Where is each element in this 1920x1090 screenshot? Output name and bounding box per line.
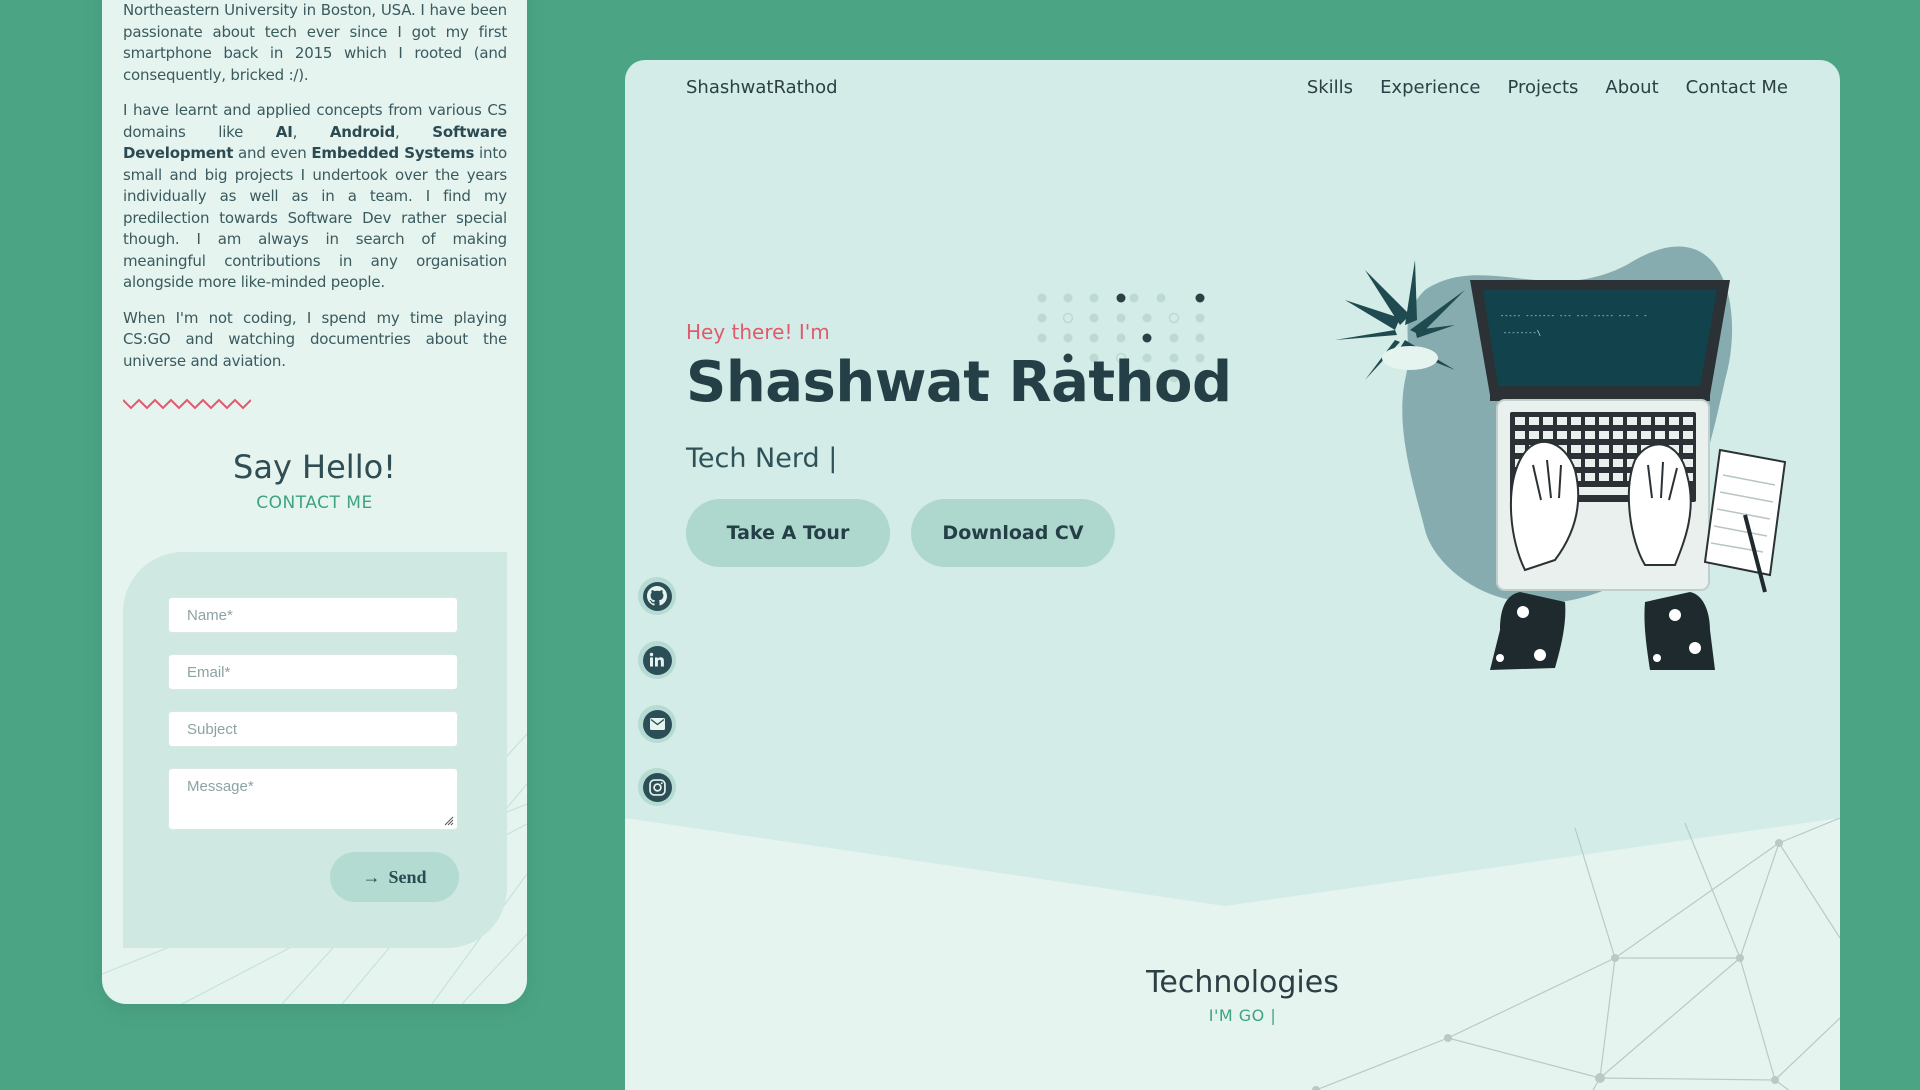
github-icon — [642, 581, 672, 611]
desktop-preview: ShashwatRathod Skills Experience Project… — [625, 60, 1840, 1090]
linkedin-icon — [642, 645, 672, 675]
send-button[interactable]: → Send — [330, 852, 459, 902]
resize-handle-icon[interactable] — [442, 814, 454, 826]
github-link[interactable] — [638, 577, 676, 615]
message-placeholder: Message* — [187, 778, 254, 795]
message-field[interactable]: Message* — [168, 768, 458, 830]
nav-skills[interactable]: Skills — [1307, 77, 1353, 98]
typed-role-text: Tech Nerd — [686, 443, 820, 474]
mobile-preview: Northeastern University in Boston, USA. … — [102, 0, 527, 1004]
contact-form: Name* Email* Subject Message* → Send — [123, 552, 507, 948]
bio-paragraph-1: Northeastern University in Boston, USA. … — [123, 1, 507, 84]
technologies-typed-text: I'M GO — [1208, 1006, 1265, 1025]
typed-role: Tech Nerd | — [686, 443, 837, 474]
nav-about[interactable]: About — [1605, 77, 1658, 98]
nav-brand[interactable]: ShashwatRathod — [686, 77, 838, 98]
hero-greeting: Hey there! I'm — [686, 320, 830, 344]
nav-projects[interactable]: Projects — [1507, 77, 1578, 98]
send-label: Send — [388, 866, 427, 887]
email-link[interactable] — [638, 705, 676, 743]
about-bio: Northeastern University in Boston, USA. … — [123, 0, 507, 386]
nav-menu: Skills Experience Projects About Contact… — [1307, 77, 1788, 98]
laptop-illustration: ----- ------- --- --- ----- --- - - ----… — [1335, 246, 1787, 670]
instagram-icon — [642, 772, 672, 802]
arrow-right-icon: → — [362, 866, 381, 887]
contact-subtitle: CONTACT ME — [256, 493, 373, 513]
name-field[interactable]: Name* — [168, 597, 458, 633]
screen-line-1: ----- ------- --- --- ----- --- - - — [1500, 312, 1648, 320]
linkedin-link[interactable] — [638, 641, 676, 679]
nav-contact[interactable]: Contact Me — [1686, 77, 1788, 98]
squiggle-divider — [123, 398, 251, 410]
email-field[interactable]: Email* — [168, 654, 458, 690]
nav-experience[interactable]: Experience — [1380, 77, 1480, 98]
contact-title: Say Hello! — [233, 448, 396, 486]
typing-caret: | — [828, 443, 838, 474]
instagram-link[interactable] — [638, 768, 676, 806]
technologies-title: Technologies — [1146, 965, 1339, 1000]
take-tour-button[interactable]: Take A Tour — [686, 499, 890, 567]
screen-line-2: --------\ — [1503, 329, 1541, 337]
bio-paragraph-3: When I'm not coding, I spend my time pla… — [123, 308, 507, 370]
subject-field[interactable]: Subject — [168, 711, 458, 747]
technologies-caret: | — [1270, 1006, 1277, 1025]
hero-name: Shashwat Rathod — [686, 350, 1232, 415]
download-cv-button[interactable]: Download CV — [911, 499, 1115, 567]
email-icon — [642, 709, 672, 739]
bio-paragraph-2: I have learnt and applied concepts from … — [123, 101, 508, 291]
technologies-subtitle: I'M GO | — [625, 1006, 1840, 1025]
technologies-background — [625, 818, 1840, 1090]
